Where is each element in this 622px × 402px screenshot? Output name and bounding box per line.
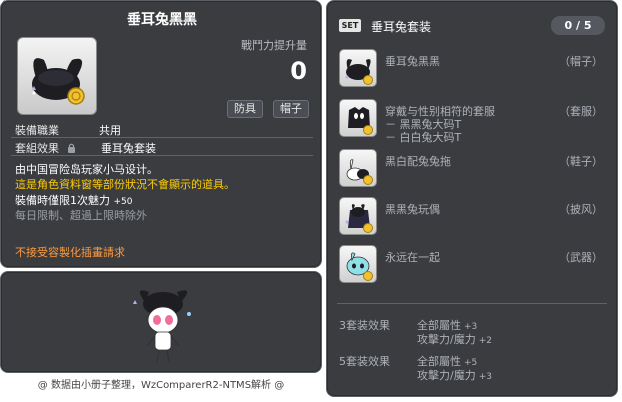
- item-icon-frame: [17, 37, 97, 115]
- set-counter: 0 / 5: [551, 16, 605, 35]
- set-effect-tier-label: 3套装效果: [339, 319, 390, 332]
- bunny-slippers-icon: [346, 159, 373, 185]
- desc-daily-limit: 每日限制、超過上限時除外: [15, 209, 147, 222]
- set-item: 垂耳兔黑黑 （帽子）: [339, 49, 607, 91]
- set-effect-tier: 5套装效果 全部屬性 +5 攻擊力/魔力 +3: [339, 353, 609, 383]
- desc-charm-value: +50: [113, 197, 133, 207]
- divider: [11, 137, 313, 138]
- set-item-sub: － 白白兔大码T: [385, 131, 462, 144]
- desc-designer: 由中国冒险岛玩家小马设计。: [15, 163, 158, 176]
- stat-name: 攻擊力/魔力: [417, 333, 476, 346]
- bunny-hat-icon: [345, 59, 373, 85]
- set-name: 垂耳兔套装: [371, 20, 432, 34]
- bunny-hat-icon: [32, 58, 85, 105]
- job-row: 裝備職業 共用: [15, 122, 121, 138]
- item-tooltip-panel: 垂耳兔黑黑 戰鬥力提升量 0 防具 帽子 裝備職業 共用 套組效果 垂耳兔套装 …: [0, 0, 322, 268]
- set-item-slot: （帽子）: [559, 55, 603, 68]
- desc-charm-text: 裝備時僅限1次魅力: [15, 194, 110, 207]
- tag-armor: 防具: [227, 100, 263, 118]
- set-item-name: 黑白配兔兔拖: [385, 155, 451, 168]
- stat-name: 攻擊力/魔力: [417, 369, 476, 382]
- divider: [11, 155, 313, 156]
- tag-hat: 帽子: [273, 100, 309, 118]
- set-item-slot: （鞋子）: [559, 155, 603, 168]
- set-item-slot: （披风）: [559, 203, 603, 216]
- set-item-slot: （套服）: [559, 105, 603, 118]
- set-effect-tier-label: 5套装效果: [339, 355, 390, 368]
- set-item-icon-frame: [339, 49, 377, 87]
- set-effect-stat: 攻擊力/魔力 +2: [417, 331, 492, 347]
- divider: [337, 303, 607, 304]
- set-effect-tier: 3套装效果 全部屬性 +3 攻擊力/魔力 +2: [339, 317, 609, 347]
- set-item-icon-frame: [339, 197, 377, 235]
- character-preview-panel: [0, 271, 322, 373]
- set-panel: SET 垂耳兔套装 0 / 5 垂耳兔黑黑 （帽子） 穿戴与性别相符的套服 （套…: [326, 0, 618, 397]
- job-label: 裝備職業: [15, 124, 59, 137]
- set-item-icon-frame: [339, 245, 377, 283]
- set-item-icon-frame: [339, 149, 377, 187]
- set-effect-row: 套組效果 垂耳兔套装: [15, 140, 315, 156]
- bunny-weapon-icon: [346, 252, 373, 281]
- set-item: 永远在一起 （武器）: [339, 245, 607, 287]
- set-item-name: 黑黑兔玩偶: [385, 203, 440, 216]
- set-effect-label: 套組效果: [15, 142, 59, 155]
- set-item: 穿戴与性别相符的套服 （套服） － 黑黑兔大码T － 白白兔大码T: [339, 99, 607, 145]
- warning-text: 不接受容製化插畫請求: [15, 246, 125, 259]
- set-item-slot: （武器）: [559, 251, 603, 264]
- character-avatar: [133, 290, 191, 363]
- lock-icon: [67, 143, 75, 153]
- stat-value: +2: [478, 336, 492, 346]
- footer-credit: @ 数据由小册子整理，WzComparerR2-NTMS解析 @: [37, 380, 285, 391]
- set-badge: SET: [339, 19, 361, 32]
- item-title: 垂耳兔黑黑: [127, 12, 197, 28]
- power-value: 0: [290, 57, 307, 85]
- set-effect-stat: 攻擊力/魔力 +3: [417, 367, 492, 383]
- set-effect-value: 垂耳兔套装: [101, 142, 156, 155]
- power-label: 戰鬥力提升量: [241, 39, 307, 52]
- desc-hidden-notice: 這是角色資料窗等部份狀況不會顯示的道具。: [15, 178, 235, 191]
- set-item-name: 永远在一起: [385, 251, 440, 264]
- set-item: 黑黑兔玩偶 （披风）: [339, 197, 607, 239]
- job-value: 共用: [99, 124, 121, 137]
- set-item-name: 垂耳兔黑黑: [385, 55, 440, 68]
- stat-value: +3: [478, 372, 492, 382]
- set-item-icon-frame: [339, 99, 377, 137]
- set-item: 黑白配兔兔拖 （鞋子）: [339, 149, 607, 191]
- outfit-icon: [348, 107, 373, 135]
- bunny-doll-cape-icon: [345, 204, 373, 233]
